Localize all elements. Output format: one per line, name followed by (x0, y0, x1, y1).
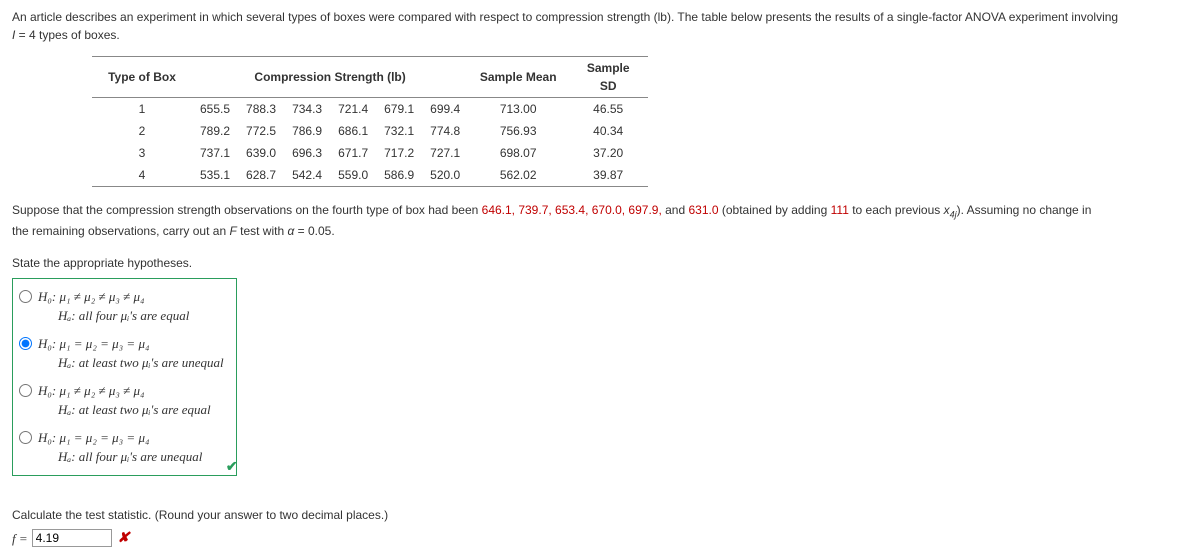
cell-mean: 698.07 (468, 142, 568, 164)
hypothesis-options: H₀: μ₁ ≠ μ₂ ≠ μ₃ ≠ μ₄ Hₐ: all four μᵢ's … (12, 278, 237, 476)
cell-val: 727.1 (422, 142, 468, 164)
intro-line2-rest: = 4 types of boxes. (15, 28, 119, 42)
sup-redlast: 631.0 (689, 203, 719, 217)
radio-opt2[interactable] (19, 337, 32, 350)
sup-redvals: 646.1, 739.7, 653.4, 670.0, 697.9, (482, 203, 662, 217)
cell-val: 671.7 (330, 142, 376, 164)
sup-l2: the remaining observations, carry out an (12, 224, 229, 238)
cell-val: 734.3 (284, 98, 330, 121)
table-row: 1 655.5 788.3 734.3 721.4 679.1 699.4 71… (92, 98, 648, 121)
intro-text: An article describes an experiment in wh… (12, 8, 1188, 44)
cell-sd: 46.55 (568, 98, 648, 121)
opt4-ha: Hₐ: all four μᵢ's are unequal (58, 447, 202, 467)
cell-type: 4 (92, 164, 192, 187)
state-hypotheses-label: State the appropriate hypotheses. (12, 254, 1188, 272)
sup-p1: Suppose that the compression strength ob… (12, 203, 482, 217)
cell-val: 786.9 (284, 120, 330, 142)
table-row: 3 737.1 639.0 696.3 671.7 717.2 727.1 69… (92, 142, 648, 164)
cross-icon: ✘ (118, 528, 130, 549)
cell-mean: 756.93 (468, 120, 568, 142)
opt4-h0: H₀: μ₁ = μ₂ = μ₃ = μ₄ (38, 428, 202, 448)
check-icon: ✔ (226, 456, 238, 477)
cell-val: 737.1 (192, 142, 238, 164)
data-table: Type of Box Compression Strength (lb) Sa… (92, 56, 648, 187)
cell-type: 1 (92, 98, 192, 121)
cell-val: 535.1 (192, 164, 238, 187)
calc-section: Calculate the test statistic. (Round you… (12, 506, 1188, 549)
cell-val: 732.1 (376, 120, 422, 142)
opt2-ha: Hₐ: at least two μᵢ's are unequal (58, 353, 224, 373)
sup-redadd: 111 (831, 203, 849, 217)
cell-val: 679.1 (376, 98, 422, 121)
intro-line1: An article describes an experiment in wh… (12, 10, 1118, 24)
cell-val: 772.5 (238, 120, 284, 142)
cell-sd: 39.87 (568, 164, 648, 187)
table-row: 2 789.2 772.5 786.9 686.1 732.1 774.8 75… (92, 120, 648, 142)
sup-xsub: 4j (950, 209, 957, 219)
f-input[interactable] (32, 529, 112, 547)
cell-sd: 40.34 (568, 120, 648, 142)
opt1-ha: Hₐ: all four μᵢ's are equal (58, 306, 189, 326)
cell-val: 721.4 (330, 98, 376, 121)
option-1[interactable]: H₀: μ₁ ≠ μ₂ ≠ μ₃ ≠ μ₄ Hₐ: all four μᵢ's … (17, 283, 226, 330)
cell-mean: 713.00 (468, 98, 568, 121)
cell-val: 586.9 (376, 164, 422, 187)
cell-type: 2 (92, 120, 192, 142)
sup-Fvar: F (229, 224, 236, 238)
option-2[interactable]: H₀: μ₁ = μ₂ = μ₃ = μ₄ Hₐ: at least two μ… (17, 330, 226, 377)
cell-sd: 37.20 (568, 142, 648, 164)
cell-val: 717.2 (376, 142, 422, 164)
cell-val: 542.4 (284, 164, 330, 187)
sup-p4: to each previous (849, 203, 944, 217)
cell-val: 774.8 (422, 120, 468, 142)
cell-val: 696.3 (284, 142, 330, 164)
sup-p3: (obtained by adding (719, 203, 831, 217)
opt3-h0: H₀: μ₁ ≠ μ₂ ≠ μ₃ ≠ μ₄ (38, 381, 211, 401)
suppose-text: Suppose that the compression strength ob… (12, 201, 1188, 240)
cell-val: 639.0 (238, 142, 284, 164)
option-4[interactable]: H₀: μ₁ = μ₂ = μ₃ = μ₄ Hₐ: all four μᵢ's … (17, 424, 226, 471)
opt1-h0: H₀: μ₁ ≠ μ₂ ≠ μ₃ ≠ μ₄ (38, 287, 189, 307)
th-sd: Sample SD (568, 57, 648, 98)
cell-type: 3 (92, 142, 192, 164)
cell-val: 699.4 (422, 98, 468, 121)
cell-val: 686.1 (330, 120, 376, 142)
radio-opt3[interactable] (19, 384, 32, 397)
cell-val: 559.0 (330, 164, 376, 187)
cell-val: 655.5 (192, 98, 238, 121)
cell-val: 628.7 (238, 164, 284, 187)
cell-val: 789.2 (192, 120, 238, 142)
f-label: f = (12, 529, 28, 549)
th-mean: Sample Mean (468, 57, 568, 98)
radio-opt4[interactable] (19, 431, 32, 444)
th-type: Type of Box (92, 57, 192, 98)
radio-opt1[interactable] (19, 290, 32, 303)
f-row: f = ✘ (12, 528, 1188, 549)
option-3[interactable]: H₀: μ₁ ≠ μ₂ ≠ μ₃ ≠ μ₄ Hₐ: at least two μ… (17, 377, 226, 424)
cell-val: 520.0 (422, 164, 468, 187)
table-row: 4 535.1 628.7 542.4 559.0 586.9 520.0 56… (92, 164, 648, 187)
sup-p2: and (662, 203, 689, 217)
sup-l2c: = 0.05. (294, 224, 334, 238)
th-strength: Compression Strength (lb) (192, 57, 468, 98)
sup-p5: ). Assuming no change in (957, 203, 1092, 217)
opt3-ha: Hₐ: at least two μᵢ's are equal (58, 400, 211, 420)
cell-val: 788.3 (238, 98, 284, 121)
opt2-h0: H₀: μ₁ = μ₂ = μ₃ = μ₄ (38, 334, 224, 354)
sup-l2b: test with (237, 224, 288, 238)
cell-mean: 562.02 (468, 164, 568, 187)
